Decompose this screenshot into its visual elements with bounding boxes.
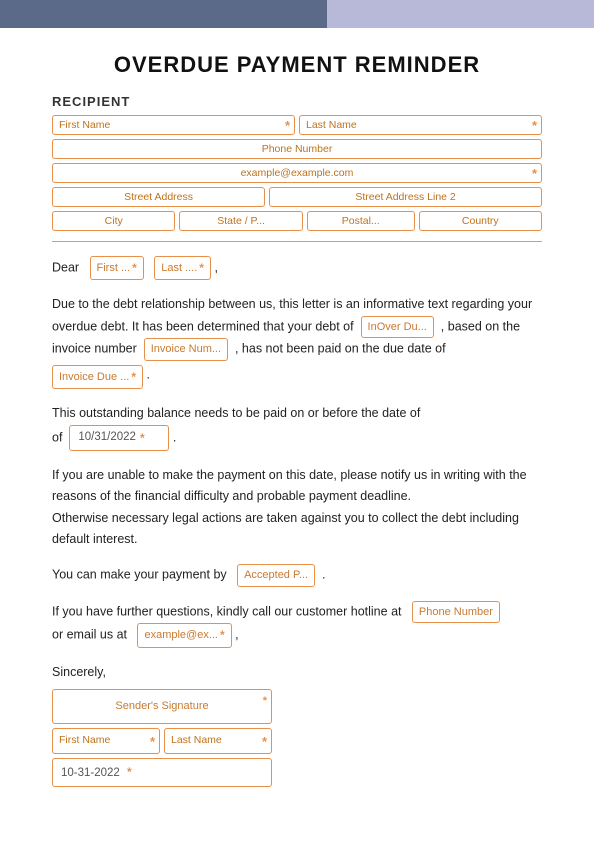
sig-first-input[interactable]: First Name * [52,728,160,754]
first-name-input[interactable]: First Name * [52,115,295,135]
body5-text: If you are unable to make the payment on… [52,468,527,503]
sincerely-section: Sincerely, Sender's Signature * First Na… [52,662,542,787]
phone-row: Phone Number [52,139,542,159]
required-star: * [532,118,537,133]
payment-paragraph: You can make your payment by Accepted P.… [52,564,542,587]
required-star: * [532,166,537,181]
signature-input[interactable]: Sender's Signature * [52,689,272,724]
recipient-label: RECIPIENT [52,94,542,109]
body4-text: This outstanding balance needs to be pai… [52,406,420,420]
phone-input[interactable]: Phone Number [52,139,542,159]
accepted-payment-input[interactable]: Accepted P... [237,564,315,587]
invoice-due-input[interactable]: Invoice Due ... * [52,365,143,389]
city-row: City State / P... Postal... Country [52,211,542,231]
last-name-input[interactable]: Last Name * [299,115,542,135]
dear-text: Dear [52,261,79,275]
top-bar [0,0,594,28]
letter-body: Dear First ... * Last .... * , Due to th… [52,256,542,787]
email-line-text: or email us at [52,628,127,642]
email-row: example@example.com * [52,163,542,183]
street1-input[interactable]: Street Address [52,187,265,207]
country-input[interactable]: Country [419,211,542,231]
body-paragraph-1: Due to the debt relationship between us,… [52,294,542,389]
sig-last-input[interactable]: Last Name * [164,728,272,754]
body-paragraph-3: If you are unable to make the payment on… [52,465,542,550]
body-paragraph-2: This outstanding balance needs to be pai… [52,403,542,451]
sincerely-label: Sincerely, [52,662,542,683]
invoice-num-input[interactable]: Invoice Num... [144,338,228,361]
name-row: First Name * Last Name * [52,115,542,135]
email-input[interactable]: example@example.com * [52,163,542,183]
top-bar-right [327,0,594,28]
required-star: * [127,765,132,779]
body6-text: Otherwise necessary legal actions are ta… [52,511,519,546]
payment-line-text: You can make your payment by [52,568,227,582]
required-star: * [285,118,290,133]
top-bar-left [0,0,327,28]
email-contact-input[interactable]: example@ex... * [137,623,231,647]
street2-input[interactable]: Street Address Line 2 [269,187,542,207]
main-content: OVERDUE PAYMENT REMINDER RECIPIENT First… [0,28,594,819]
payment-date-input[interactable]: 10/31/2022 * [69,425,169,451]
sig-date-input[interactable]: 10-31-2022 * [52,758,272,788]
phone-number-input[interactable]: Phone Number [412,601,500,624]
dear-first-input[interactable]: First ... * [90,256,144,280]
divider [52,241,542,242]
contact-line-text: If you have further questions, kindly ca… [52,604,402,618]
body3-text: , has not been paid on the due date of [235,342,446,356]
dear-line: Dear First ... * Last .... * , [52,256,542,280]
dear-last-input[interactable]: Last .... * [154,256,211,280]
state-input[interactable]: State / P... [179,211,302,231]
contact-paragraph: If you have further questions, kindly ca… [52,601,542,648]
page-title: OVERDUE PAYMENT REMINDER [52,52,542,78]
city-input[interactable]: City [52,211,175,231]
postal-input[interactable]: Postal... [307,211,415,231]
sig-name-row: First Name * Last Name * [52,728,272,754]
amount-input[interactable]: InOver Du... [361,316,434,339]
street-row: Street Address Street Address Line 2 [52,187,542,207]
